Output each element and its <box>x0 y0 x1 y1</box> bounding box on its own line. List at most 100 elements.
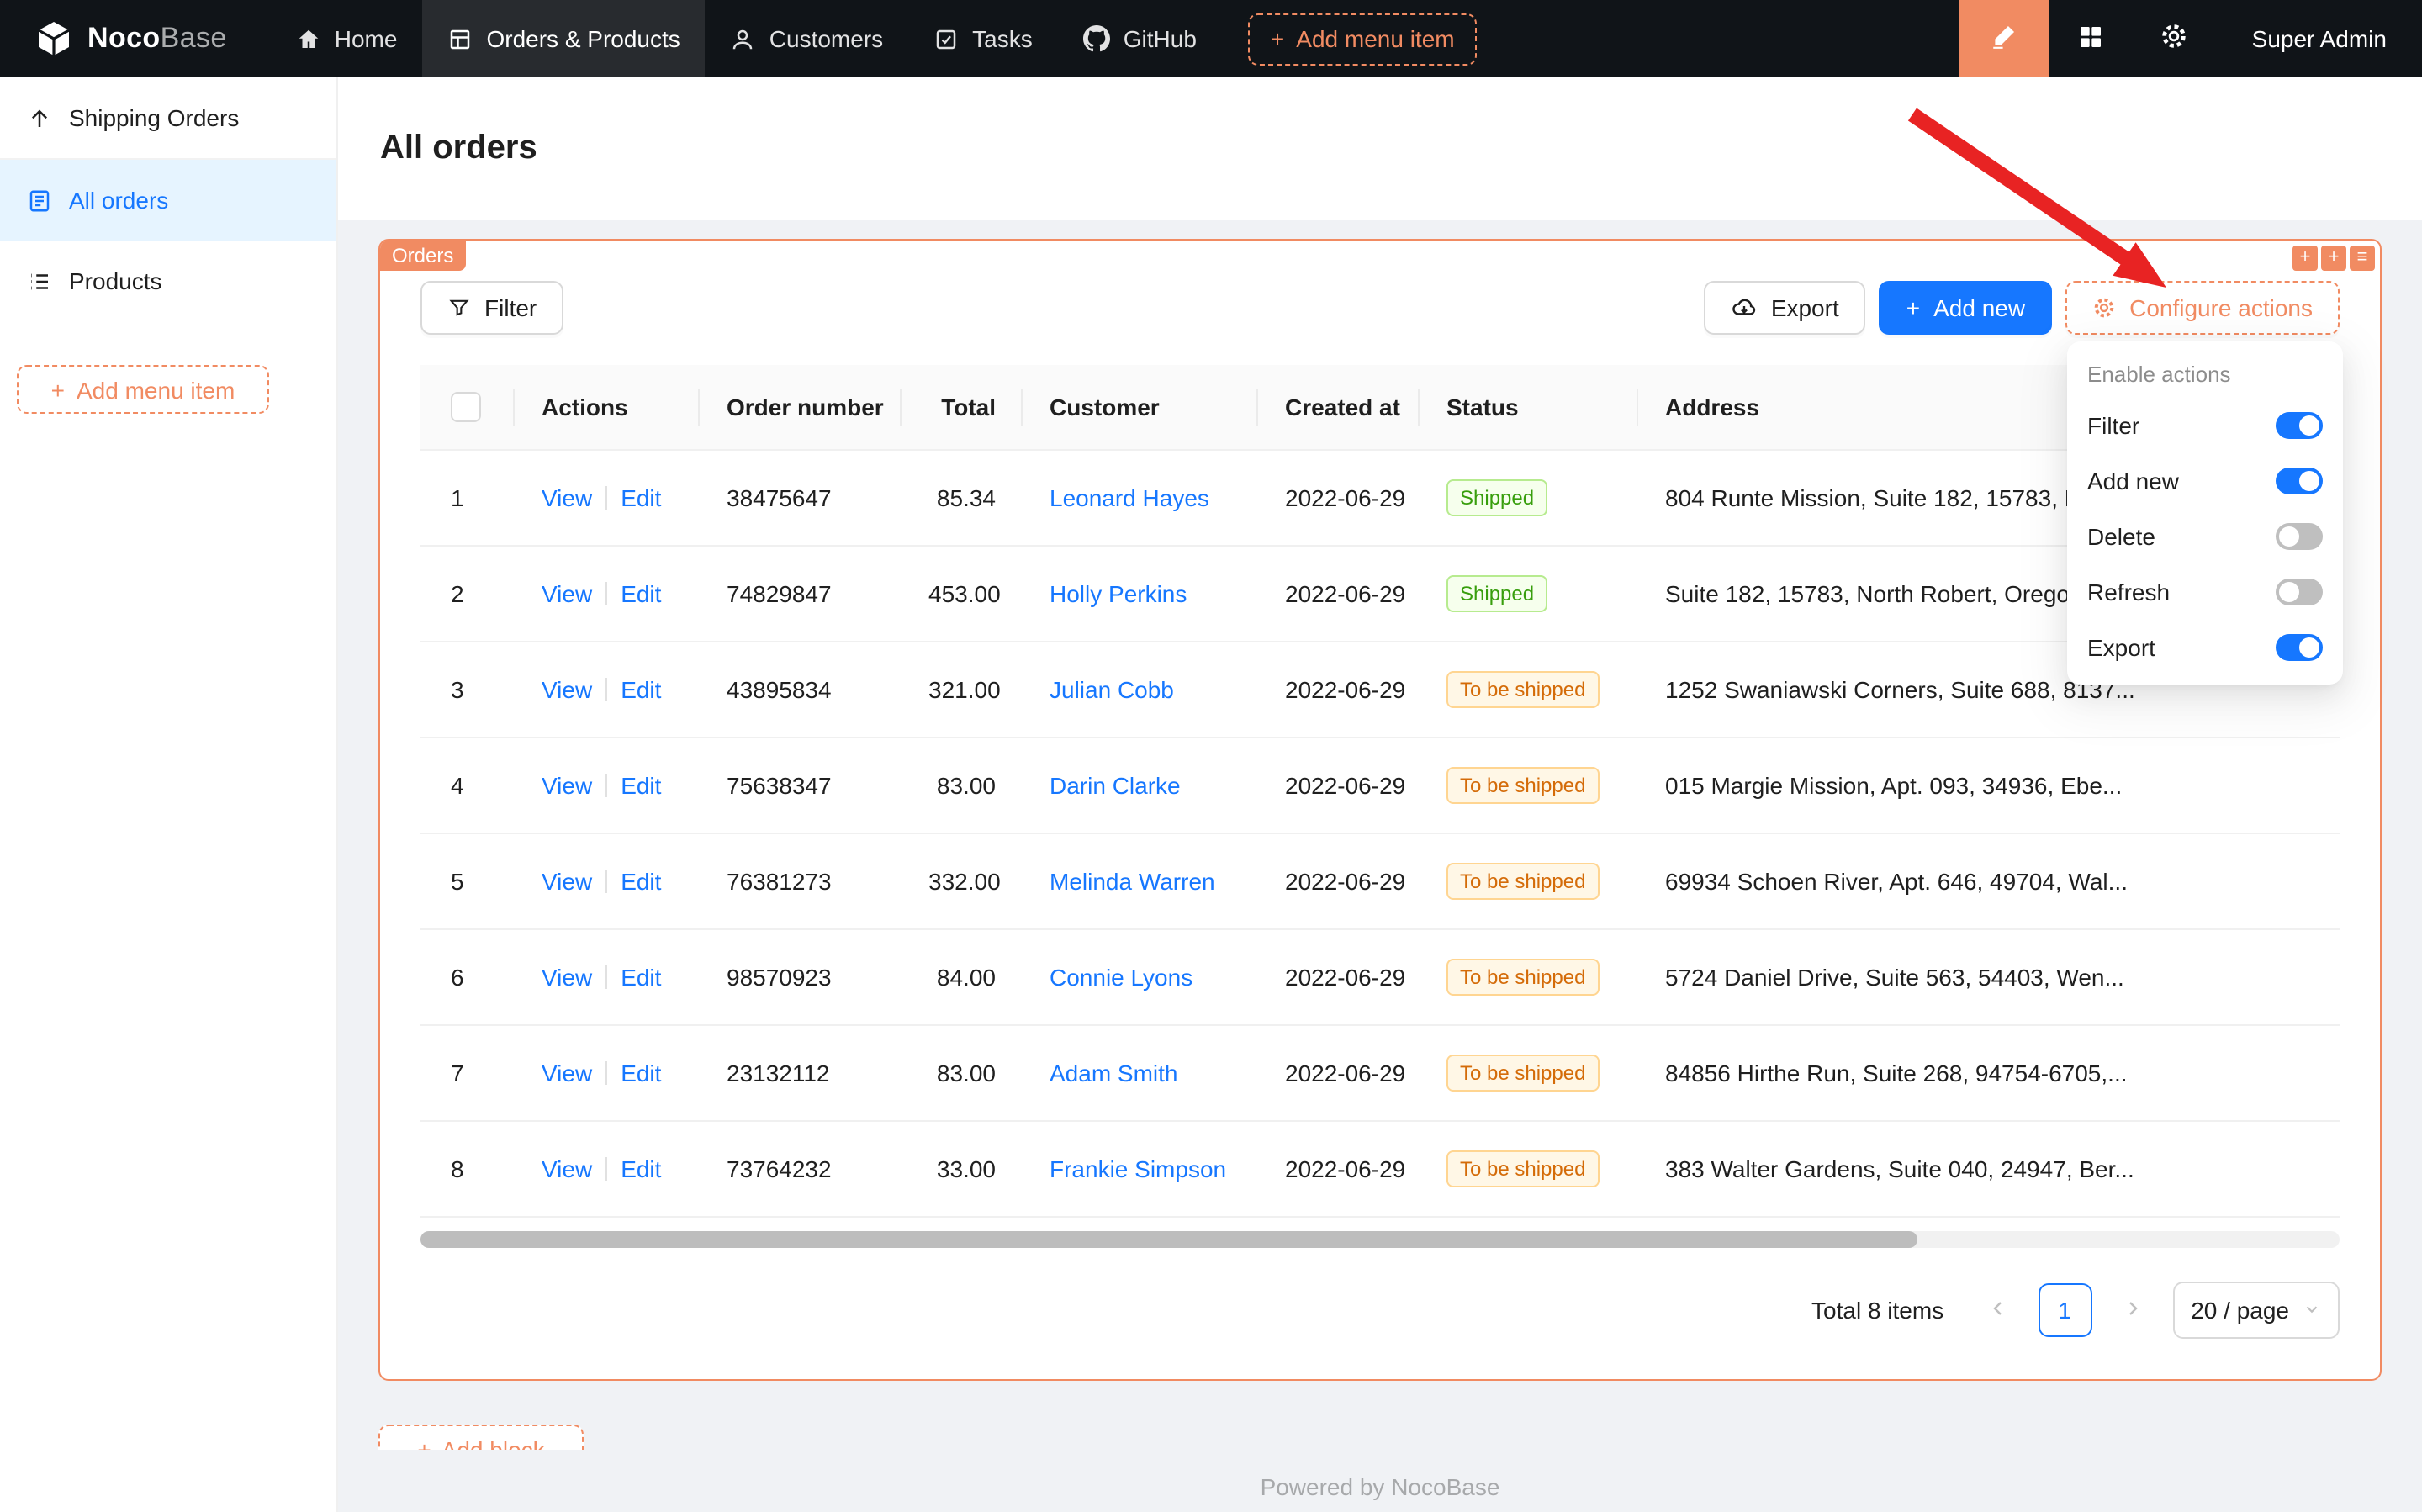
total-cell: 332.00 <box>902 834 1023 930</box>
customer-link[interactable]: Leonard Hayes <box>1050 485 1209 512</box>
block-menu-icon[interactable]: ≡ <box>2350 246 2375 271</box>
menu-item-filter[interactable]: Filter <box>2067 397 2343 452</box>
edit-link[interactable]: Edit <box>621 869 661 896</box>
sidebar: Shipping Orders All orders Products + Ad… <box>0 77 338 1512</box>
edit-link[interactable]: Edit <box>621 485 661 512</box>
customer-link[interactable]: Darin Clarke <box>1050 773 1181 800</box>
view-link[interactable]: View <box>542 485 592 512</box>
view-link[interactable]: View <box>542 677 592 704</box>
add-action-icon[interactable]: + <box>2321 246 2346 271</box>
menu-item-label: Delete <box>2087 522 2155 549</box>
table-header-row: Actions Order number Total Customer Crea… <box>420 365 2340 451</box>
page-1-button[interactable]: 1 <box>2038 1284 2091 1338</box>
toggle-switch[interactable] <box>2276 522 2323 549</box>
row-actions: View Edit <box>515 642 700 738</box>
edit-link[interactable]: Edit <box>621 965 661 991</box>
total-cell: 453.00 <box>902 547 1023 642</box>
view-link[interactable]: View <box>542 581 592 608</box>
sidebar-item-products[interactable]: Products <box>0 241 336 321</box>
user-menu[interactable]: Super Admin <box>2217 25 2422 52</box>
toggle-switch[interactable] <box>2276 467 2323 494</box>
menu-item-label: Refresh <box>2087 578 2170 605</box>
next-page-button[interactable] <box>2105 1284 2159 1338</box>
sidebar-item-label: All orders <box>69 187 168 214</box>
toggle-switch[interactable] <box>2276 633 2323 660</box>
cloud-download-icon <box>1731 294 1758 321</box>
add-column-icon[interactable]: + <box>2292 246 2318 271</box>
grid-icon <box>2077 23 2104 55</box>
view-link[interactable]: View <box>542 1060 592 1087</box>
settings-button[interactable] <box>2133 0 2217 77</box>
page-header: All orders <box>338 77 2422 220</box>
edit-link[interactable]: Edit <box>621 1060 661 1087</box>
page-size-select[interactable]: 20 / page <box>2172 1282 2340 1340</box>
gear-icon <box>2092 296 2116 320</box>
toolbar-right-actions: Export + Add new Configure actions <box>1704 281 2340 335</box>
view-link[interactable]: View <box>542 869 592 896</box>
add-menu-item-button[interactable]: + Add menu item <box>1249 13 1477 65</box>
edit-link[interactable]: Edit <box>621 581 661 608</box>
enable-actions-dropdown: Enable actions Filter Add new Delete <box>2067 341 2343 685</box>
dropdown-title: Enable actions <box>2067 348 2343 397</box>
scrollbar-thumb[interactable] <box>420 1232 1917 1249</box>
customer-link[interactable]: Holly Perkins <box>1050 581 1187 608</box>
created-at-cell: 2022-06-29 <box>1258 1122 1420 1218</box>
pagination: Total 8 items 1 20 / page <box>420 1282 2340 1340</box>
edit-link[interactable]: Edit <box>621 1156 661 1183</box>
edit-link[interactable]: Edit <box>621 773 661 800</box>
configure-actions-button[interactable]: Configure actions <box>2065 281 2340 335</box>
menu-item-add-new[interactable]: Add new <box>2067 452 2343 508</box>
menu-item-export[interactable]: Export <box>2067 619 2343 674</box>
column-header-customer: Customer <box>1023 365 1258 451</box>
view-link[interactable]: View <box>542 1156 592 1183</box>
export-button[interactable]: Export <box>1704 281 1866 335</box>
add-block-button[interactable]: + Add block <box>378 1425 584 1451</box>
nav-item-customers[interactable]: Customers <box>706 0 908 77</box>
toggle-switch[interactable] <box>2276 578 2323 605</box>
customer-link[interactable]: Frankie Simpson <box>1050 1156 1226 1183</box>
created-at-cell: 2022-06-29 <box>1258 642 1420 738</box>
customer-link[interactable]: Connie Lyons <box>1050 965 1192 991</box>
customer-link[interactable]: Melinda Warren <box>1050 869 1215 896</box>
menu-item-label: Add new <box>2087 467 2179 494</box>
menu-item-delete[interactable]: Delete <box>2067 508 2343 563</box>
ui-editor-button[interactable] <box>1959 0 2049 77</box>
nav-item-orders-products[interactable]: Orders & Products <box>422 0 705 77</box>
total-cell: 83.00 <box>902 1026 1023 1122</box>
table-toolbar: Filter Export + Add new <box>420 281 2340 335</box>
add-menu-item-label: Add menu item <box>1296 25 1454 52</box>
status-badge: To be shipped <box>1446 1151 1599 1188</box>
view-link[interactable]: View <box>542 965 592 991</box>
nav-item-tasks[interactable]: Tasks <box>908 0 1058 77</box>
customer-link[interactable]: Adam Smith <box>1050 1060 1178 1087</box>
filter-button[interactable]: Filter <box>420 281 563 335</box>
add-new-button[interactable]: + Add new <box>1880 281 2052 335</box>
nav-right-tools: Super Admin <box>1959 0 2422 77</box>
nav-item-github[interactable]: GitHub <box>1058 0 1222 77</box>
total-cell: 321.00 <box>902 642 1023 738</box>
sidebar-add-menu-item-button[interactable]: + Add menu item <box>17 365 269 414</box>
nav-item-label: Customers <box>769 25 883 52</box>
toggle-switch[interactable] <box>2276 411 2323 438</box>
add-new-label: Add new <box>1933 294 2025 321</box>
vertical-divider <box>606 1062 607 1086</box>
plugin-manager-button[interactable] <box>2049 0 2133 77</box>
orders-icon <box>447 26 473 51</box>
select-all-checkbox[interactable] <box>451 393 481 423</box>
view-link[interactable]: View <box>542 773 592 800</box>
sidebar-item-all-orders[interactable]: All orders <box>0 160 336 241</box>
prev-page-button[interactable] <box>1970 1284 2024 1338</box>
vertical-divider <box>606 775 607 798</box>
edit-link[interactable]: Edit <box>621 677 661 704</box>
customer-link[interactable]: Julian Cobb <box>1050 677 1174 704</box>
row-actions: View Edit <box>515 930 700 1026</box>
menu-item-refresh[interactable]: Refresh <box>2067 563 2343 619</box>
order-number-cell: 43895834 <box>700 642 902 738</box>
form-icon <box>27 188 52 213</box>
brand-logo[interactable]: NocoBase <box>0 19 271 59</box>
block-collection-tag: Orders <box>380 241 465 271</box>
sidebar-item-shipping-orders[interactable]: Shipping Orders <box>0 77 336 160</box>
add-block-label: Add block <box>442 1437 545 1451</box>
horizontal-scrollbar[interactable] <box>420 1232 2340 1249</box>
nav-item-home[interactable]: Home <box>271 0 423 77</box>
